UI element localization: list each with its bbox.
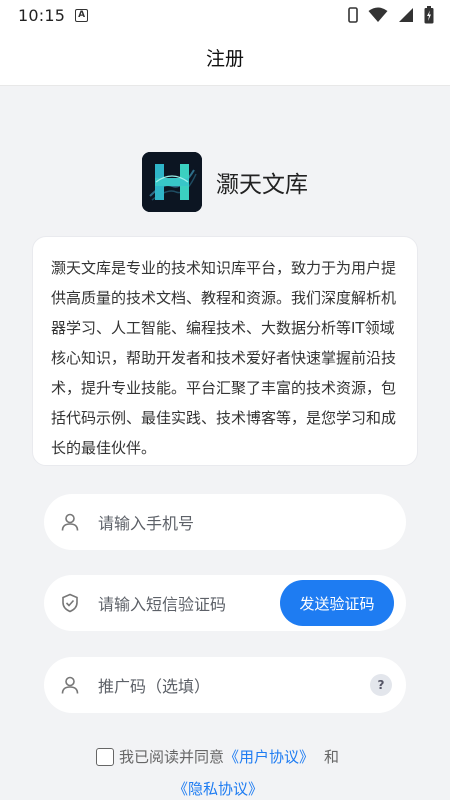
status-time: 10:15 [18, 5, 66, 25]
agreement-prefix: 我已阅读并同意 [119, 748, 225, 766]
app-bar: 注册 [0, 30, 450, 86]
phone-field[interactable]: 请输入手机号 [44, 494, 406, 550]
status-bar: 10:15 A [0, 0, 450, 30]
a-notification-icon: A [75, 8, 89, 22]
sms-code-field[interactable]: 请输入短信验证码 发送验证码 [44, 575, 406, 631]
sms-code-input[interactable]: 请输入短信验证码 [98, 591, 226, 615]
agreement-checkbox[interactable] [96, 747, 114, 766]
app-logo [142, 152, 202, 212]
user-agreement-link[interactable]: 《用户协议》 [224, 746, 314, 767]
user-icon [60, 512, 80, 532]
shield-icon [60, 593, 80, 613]
signal-icon [399, 8, 413, 22]
send-code-button[interactable]: 发送验证码 [280, 580, 394, 626]
promo-code-field[interactable]: 推广码（选填） ? [44, 657, 406, 713]
help-icon[interactable]: ? [370, 674, 392, 696]
promo-code-input[interactable]: 推广码（选填） [98, 673, 210, 697]
privacy-row: 《隐私协议》 [173, 778, 263, 799]
intro-card: 灏天文库是专业的技术知识库平台，致力于为用户提供高质量的技术文档、教程和资源。我… [32, 236, 418, 466]
phone-icon [348, 7, 358, 23]
page-title: 注册 [205, 48, 244, 70]
intro-text: 灏天文库是专业的技术知识库平台，致力于为用户提供高质量的技术文档、教程和资源。我… [51, 259, 397, 457]
status-icons [348, 6, 434, 24]
wifi-icon [368, 7, 388, 22]
privacy-policy-link[interactable]: 《隐私协议》 [173, 780, 263, 798]
agreement-and: 和 [324, 748, 340, 766]
user-icon [60, 675, 80, 695]
battery-icon [424, 6, 434, 24]
brand: 灏天文库 [0, 152, 450, 212]
agreement-row: 我已阅读并同意 《用户协议》 和 [96, 746, 339, 767]
logo-h-icon [142, 152, 202, 212]
app-name: 灏天文库 [216, 172, 308, 198]
phone-input[interactable]: 请输入手机号 [98, 510, 194, 534]
